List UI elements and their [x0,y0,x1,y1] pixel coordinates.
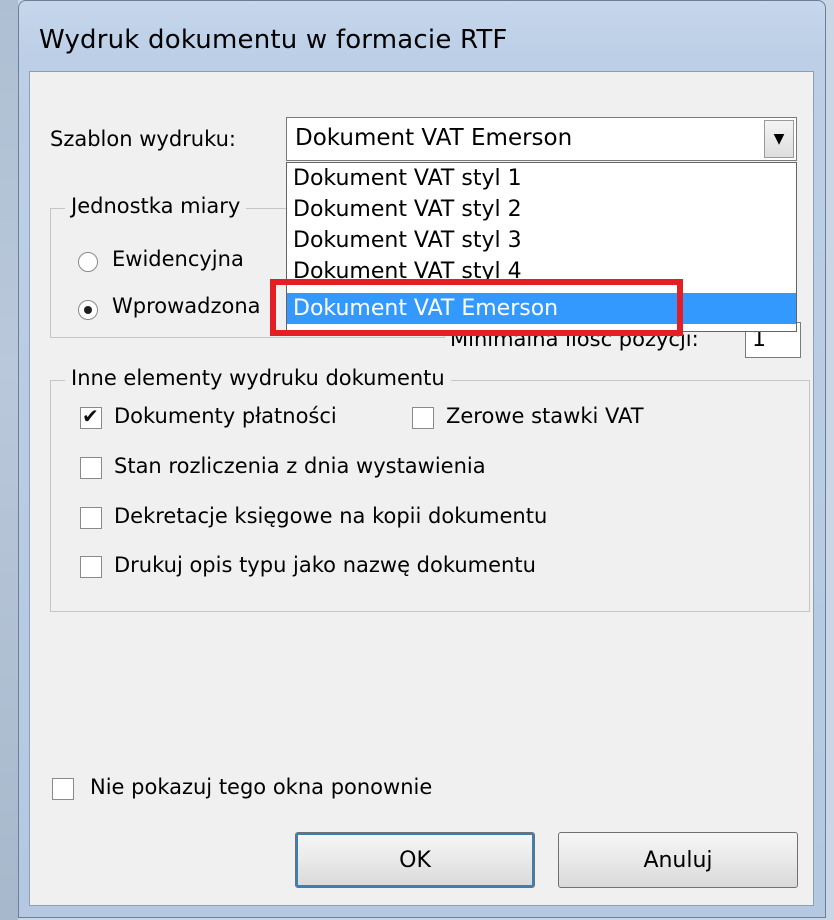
checkbox-dont-show-label: Nie pokazuj tego okna ponownie [90,775,433,799]
template-combobox[interactable]: Dokument VAT Emerson ▼ [286,117,797,161]
checkbox-zero-vat-label: Zerowe stawki VAT [446,404,644,428]
checkbox-type-desc-label: Drukuj opis typu jako nazwę dokumentu [114,553,536,577]
checkbox-payments-label: Dokumenty płatności [114,404,337,428]
unit-group-legend: Jednostka miary [65,194,247,218]
chevron-down-icon: ▼ [773,131,785,147]
checkbox-payments[interactable] [80,404,102,429]
cancel-button[interactable]: Anuluj [558,832,798,888]
radio-ewidencyjna[interactable] [78,252,98,272]
annotation-highlight [270,279,683,336]
dropdown-option-styl-1[interactable]: Dokument VAT styl 1 [287,163,796,194]
checkbox-settlement-label: Stan rozliczenia z dnia wystawienia [114,454,486,478]
template-selected-value: Dokument VAT Emerson [295,125,573,151]
radio-wprowadzona-label: Wprowadzona [112,294,261,318]
desktop-background [0,0,18,920]
dialog-client-area: Szablon wydruku: Dokument VAT Emerson ▼ … [29,71,814,906]
dropdown-option-styl-2[interactable]: Dokument VAT styl 2 [287,194,796,225]
dropdown-option-styl-4[interactable]: Dokument VAT styl 4 [287,256,796,284]
dropdown-arrow-button[interactable]: ▼ [764,120,794,158]
checkbox-dont-show[interactable] [52,778,74,800]
dropdown-option-styl-3[interactable]: Dokument VAT styl 3 [287,225,796,256]
other-group-legend: Inne elementy wydruku dokumentu [65,366,451,390]
radio-ewidencyjna-label: Ewidencyjna [112,247,244,271]
ok-button[interactable]: OK [295,832,535,888]
template-label: Szablon wydruku: [50,127,236,151]
radio-wprowadzona[interactable] [78,300,98,320]
checkbox-zero-vat[interactable] [412,407,434,429]
dialog-window: Wydruk dokumentu w formacie RTF Szablon … [18,0,826,918]
window-title: Wydruk dokumentu w formacie RTF [39,25,508,55]
checkbox-decrees-label: Dekretacje księgowe na kopii dokumentu [114,504,548,528]
checkbox-settlement[interactable] [80,457,102,479]
checkbox-decrees[interactable] [80,507,102,529]
checkbox-type-desc[interactable] [80,556,102,578]
